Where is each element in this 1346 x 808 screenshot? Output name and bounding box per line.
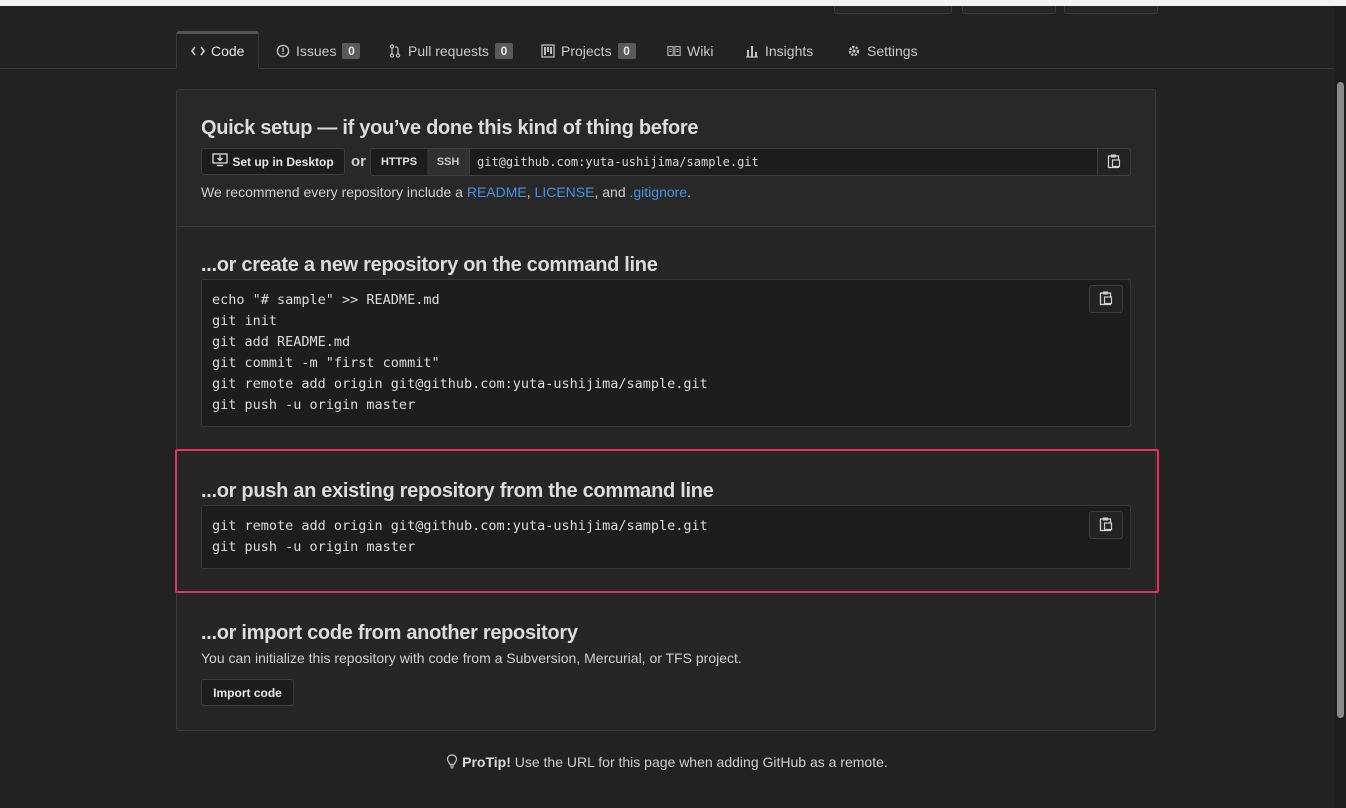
recommend-text: We recommend every repository include a … bbox=[201, 184, 691, 200]
setup-in-desktop-button[interactable]: Set up in Desktop bbox=[201, 148, 345, 175]
import-code-title: ...or import code from another repositor… bbox=[201, 622, 578, 644]
tab-wiki[interactable]: Wiki bbox=[653, 32, 727, 69]
tab-projects[interactable]: Projects 0 bbox=[527, 32, 650, 69]
recommend-sep-1: , bbox=[526, 184, 535, 200]
tab-settings-label: Settings bbox=[867, 42, 918, 59]
or-text: or bbox=[351, 153, 366, 170]
repo-nav: Code Issues 0 Pull requests 0 Projects 0… bbox=[0, 30, 1334, 69]
create-new-title: ...or create a new repository on the com… bbox=[201, 254, 658, 276]
star-button[interactable] bbox=[962, 6, 1056, 14]
recommend-sep-2: , and bbox=[594, 184, 630, 200]
watch-button[interactable] bbox=[834, 6, 952, 14]
tab-settings[interactable]: Settings bbox=[833, 32, 932, 69]
tab-issues-label: Issues bbox=[296, 42, 337, 59]
push-existing-title: ...or push an existing repository from t… bbox=[201, 480, 714, 502]
setup-in-desktop-label: Set up in Desktop bbox=[232, 154, 334, 169]
clipboard-icon bbox=[1107, 153, 1121, 172]
https-button[interactable]: HTTPS bbox=[371, 149, 428, 175]
clipboard-icon bbox=[1099, 516, 1113, 535]
gear-icon bbox=[847, 44, 861, 58]
tab-insights-label: Insights bbox=[765, 42, 814, 59]
scrollbar[interactable] bbox=[1334, 6, 1346, 808]
git-pull-request-icon bbox=[388, 43, 402, 58]
pull-requests-counter: 0 bbox=[494, 42, 513, 59]
clone-url-input[interactable] bbox=[471, 149, 1103, 175]
import-code-button[interactable]: Import code bbox=[201, 679, 294, 706]
tab-pull-requests-label: Pull requests bbox=[408, 42, 489, 59]
copy-push-existing-button[interactable] bbox=[1089, 511, 1123, 539]
quick-setup-title: Quick setup — if you’ve done this kind o… bbox=[201, 117, 699, 139]
protip-label: ProTip! bbox=[462, 754, 511, 770]
light-bulb-icon bbox=[446, 754, 458, 772]
protip-text: Use the URL for this page when adding Gi… bbox=[510, 754, 888, 770]
tab-wiki-label: Wiki bbox=[687, 42, 714, 59]
clone-url-group: HTTPS SSH bbox=[370, 148, 1131, 176]
fork-button[interactable] bbox=[1064, 6, 1158, 14]
protip: ProTip! Use the URL for this page when a… bbox=[0, 754, 1334, 772]
import-code-description: You can initialize this repository with … bbox=[201, 650, 742, 666]
clipboard-icon bbox=[1099, 290, 1113, 309]
create-new-code-block[interactable]: echo "# sample" >> README.md git init gi… bbox=[201, 279, 1131, 427]
gitignore-link[interactable]: .gitignore bbox=[630, 184, 688, 200]
readme-link[interactable]: README bbox=[467, 184, 527, 200]
graph-icon bbox=[745, 44, 759, 58]
copy-create-new-button[interactable] bbox=[1089, 285, 1123, 313]
issues-counter: 0 bbox=[342, 42, 361, 59]
tab-pull-requests[interactable]: Pull requests 0 bbox=[374, 32, 527, 69]
ssh-button[interactable]: SSH bbox=[427, 149, 470, 175]
issue-opened-icon bbox=[276, 44, 290, 58]
empty-repo-box: Quick setup — if you’ve done this kind o… bbox=[176, 89, 1156, 731]
tab-code-label: Code bbox=[211, 43, 245, 59]
quick-setup-section: Quick setup — if you’ve done this kind o… bbox=[177, 90, 1155, 227]
recommend-suffix: . bbox=[687, 184, 691, 200]
tab-projects-label: Projects bbox=[561, 42, 612, 59]
push-existing-code-block[interactable]: git remote add origin git@github.com:yut… bbox=[201, 505, 1131, 569]
projects-counter: 0 bbox=[617, 42, 636, 59]
recommend-prefix: We recommend every repository include a bbox=[201, 184, 467, 200]
copy-url-button[interactable] bbox=[1097, 148, 1131, 176]
book-icon bbox=[667, 44, 681, 58]
tab-issues[interactable]: Issues 0 bbox=[262, 32, 374, 69]
scrollbar-thumb[interactable] bbox=[1337, 82, 1344, 718]
code-icon bbox=[191, 44, 205, 58]
tab-insights[interactable]: Insights bbox=[731, 32, 827, 69]
desktop-download-icon bbox=[212, 153, 228, 170]
tab-code[interactable]: Code bbox=[176, 31, 260, 69]
project-icon bbox=[541, 43, 555, 58]
license-link[interactable]: LICENSE bbox=[535, 184, 595, 200]
